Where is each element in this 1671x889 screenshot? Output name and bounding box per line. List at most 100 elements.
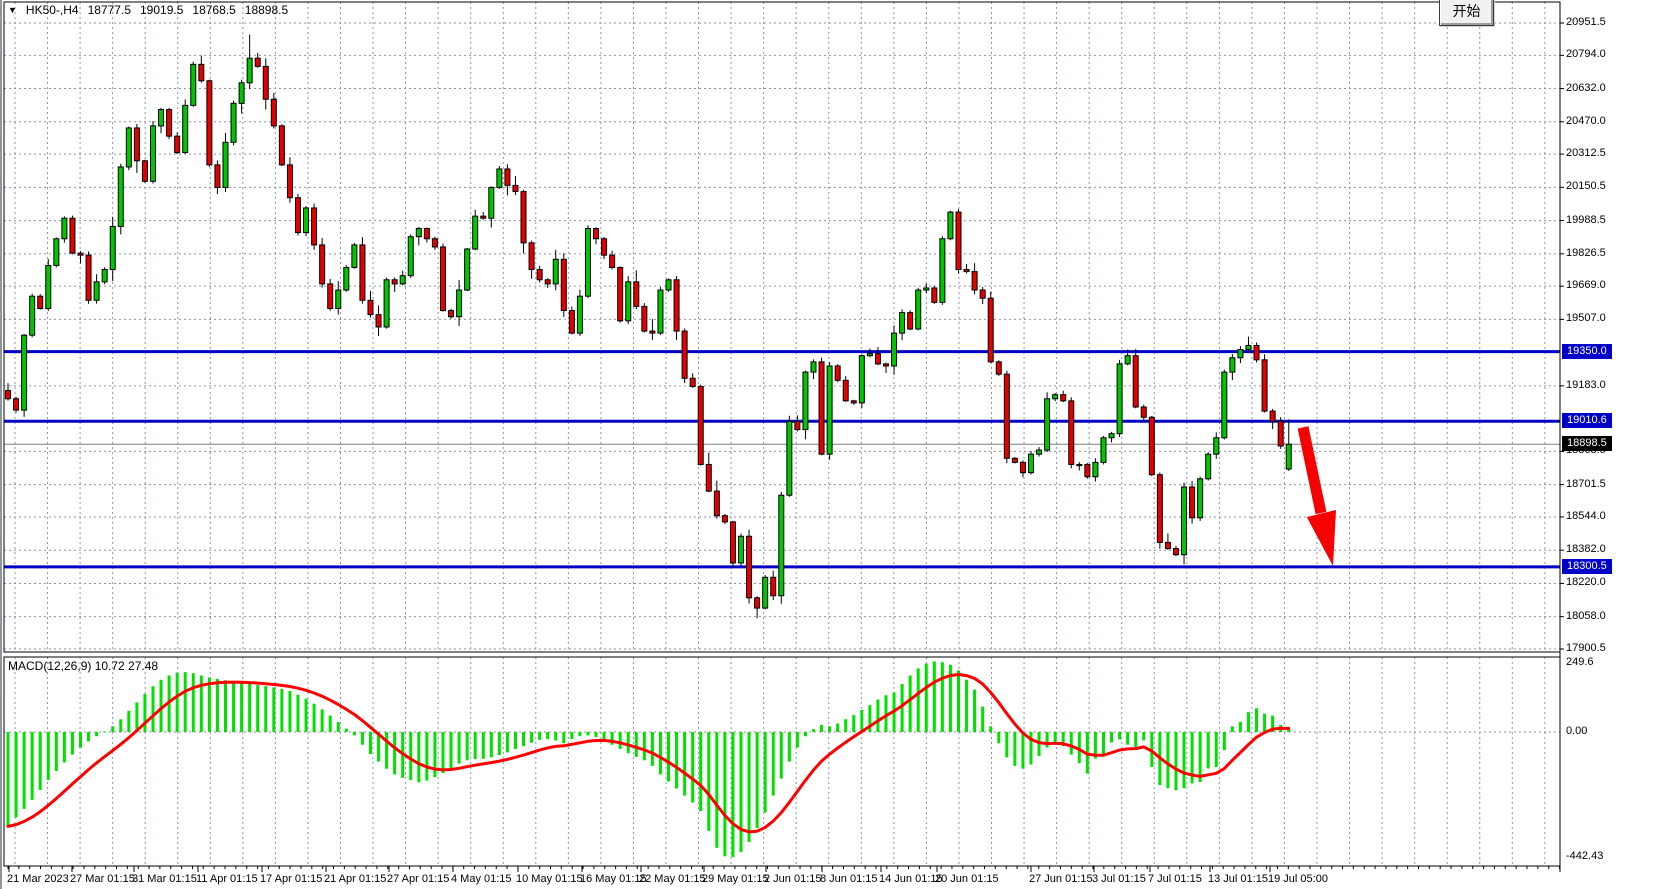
macd-histogram-bar — [909, 675, 912, 732]
macd-histogram-bar — [707, 732, 710, 831]
macd-histogram-bar — [506, 732, 509, 752]
candle-bearish — [1157, 475, 1162, 543]
macd-histogram-bar — [1183, 732, 1186, 788]
candle-bearish — [1173, 549, 1178, 555]
macd-histogram-bar — [876, 700, 879, 732]
candle-bearish — [1165, 542, 1170, 548]
macd-histogram-bar — [296, 695, 299, 732]
price-axis-tick: 19988.5 — [1566, 214, 1606, 226]
candle-bearish — [1270, 411, 1275, 421]
macd-histogram-bar — [1005, 732, 1008, 757]
macd-histogram-bar — [595, 732, 598, 737]
macd-histogram-bar — [192, 673, 195, 732]
level-price-tag[interactable]: 18300.5 — [1562, 559, 1612, 574]
candle-bearish — [642, 306, 647, 331]
candle-bullish — [553, 259, 558, 284]
candle-bullish — [231, 103, 236, 142]
macd-histogram-bar — [79, 732, 82, 748]
candle-bearish — [1262, 360, 1267, 411]
chart-canvas[interactable] — [2, 0, 1671, 889]
price-axis-tick: 20470.0 — [1566, 115, 1606, 127]
macd-histogram-bar — [1263, 714, 1266, 732]
candle-bullish — [159, 109, 164, 125]
macd-histogram-bar — [820, 725, 823, 732]
candle-bullish — [948, 212, 953, 239]
macd-histogram-bar — [417, 732, 420, 782]
symbol-period-label: HK50-,H4 — [26, 3, 79, 17]
macd-histogram-bar — [321, 709, 324, 732]
candle-bearish — [392, 280, 397, 284]
time-axis-label: 14 Jun 01:15 — [879, 873, 943, 885]
macd-histogram-bar — [643, 732, 646, 760]
candle-bearish — [505, 169, 510, 185]
candle-bullish — [126, 128, 131, 167]
macd-histogram-bar — [240, 683, 243, 732]
candle-bearish — [674, 280, 679, 331]
macd-histogram-bar — [490, 732, 493, 757]
macd-histogram-bar — [756, 732, 759, 828]
time-axis-label: 7 Jul 01:15 — [1148, 873, 1202, 885]
macd-histogram-bar — [699, 732, 702, 811]
price-axis-tick: 20312.5 — [1566, 147, 1606, 159]
chevron-down-icon[interactable]: ▼ — [8, 5, 17, 15]
candle-bearish — [167, 109, 172, 136]
macd-histogram-bar — [844, 719, 847, 732]
macd-histogram-bar — [353, 732, 356, 735]
candle-bullish — [1045, 399, 1050, 450]
level-price-tag[interactable]: 19010.6 — [1562, 413, 1612, 428]
candle-bearish — [1141, 407, 1146, 417]
candle-bearish — [320, 245, 325, 284]
macd-histogram-bar — [530, 732, 533, 743]
candle-bullish — [763, 577, 768, 608]
candle-bearish — [1190, 487, 1195, 518]
macd-histogram-bar — [715, 732, 718, 848]
macd-histogram-bar — [578, 732, 581, 736]
macd-histogram-bar — [973, 690, 976, 732]
macd-histogram-bar — [860, 710, 863, 732]
macd-axis-tick: 249.6 — [1566, 656, 1594, 668]
candle-bullish — [940, 239, 945, 303]
candle-bullish — [1101, 438, 1106, 463]
macd-histogram-bar — [393, 732, 396, 774]
candle-bearish — [875, 354, 880, 364]
macd-histogram-bar — [345, 729, 348, 732]
start-button[interactable]: 开始 — [1439, 0, 1494, 26]
macd-histogram-bar — [361, 732, 364, 745]
candle-bearish — [432, 239, 437, 247]
candle-bearish — [537, 270, 542, 280]
time-axis-label: 22 May 01:15 — [639, 873, 706, 885]
candle-bullish — [473, 216, 478, 249]
macd-histogram-bar — [1110, 732, 1113, 742]
macd-histogram-bar — [828, 726, 831, 732]
time-axis-label: 2 Jun 01:15 — [764, 873, 822, 885]
candle-bearish — [521, 192, 526, 243]
time-axis-label: 16 May 01:15 — [580, 873, 647, 885]
macd-histogram-bar — [659, 732, 662, 774]
candle-bearish — [271, 99, 276, 126]
candle-bearish — [795, 421, 800, 429]
candle-bullish — [1028, 454, 1033, 472]
candle-bullish — [54, 239, 59, 266]
candle-bearish — [714, 491, 719, 516]
last-price-tag[interactable]: 18898.5 — [1562, 436, 1612, 451]
level-price-tag[interactable]: 19350.0 — [1562, 344, 1612, 359]
macd-histogram-bar — [184, 672, 187, 732]
macd-histogram-bar — [498, 732, 501, 755]
macd-histogram-bar — [723, 732, 726, 856]
macd-histogram-bar — [7, 732, 10, 825]
candle-bearish — [295, 198, 300, 233]
macd-histogram-bar — [208, 677, 211, 732]
candle-bearish — [38, 296, 43, 308]
candle-bullish — [1198, 479, 1203, 518]
candle-bearish — [964, 270, 969, 272]
candle-bearish — [1069, 401, 1074, 465]
macd-histogram-bar — [957, 670, 960, 732]
time-axis-label: 17 Apr 01:15 — [260, 873, 322, 885]
macd-histogram-bar — [1174, 732, 1177, 790]
macd-histogram-bar — [87, 732, 90, 741]
candle-bullish — [46, 265, 51, 308]
candle-bullish — [384, 280, 389, 327]
time-axis-label: 20 Jun 01:15 — [935, 873, 999, 885]
candle-bullish — [1125, 356, 1130, 364]
candle-bullish — [827, 366, 832, 454]
